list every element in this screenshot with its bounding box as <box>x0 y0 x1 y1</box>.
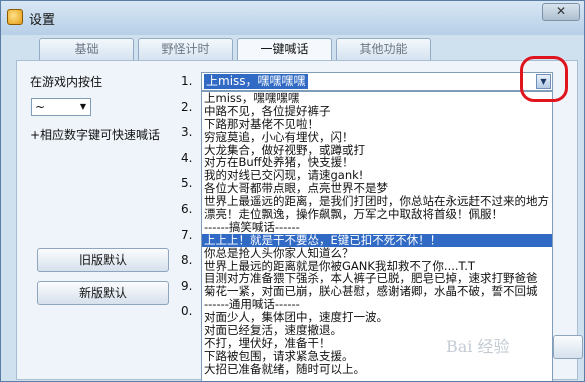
slot-number: 4. <box>181 150 193 165</box>
tab-jungle-timer[interactable]: 野怪计时 <box>138 38 233 60</box>
dropdown-option[interactable]: 目测对方准备猥下强杀，本人裤子已脱，肥皂已掉，速求打野爸爸 <box>202 272 552 285</box>
new-default-button[interactable]: 新版默认 <box>37 281 169 305</box>
dropdown-option[interactable]: 世界上最远的距离就是你被GANK我却救不了你....T.T <box>202 260 552 273</box>
dropdown-option[interactable]: 世界上最遥远的距离，是我们打团时，你总站在永远赶不过来的地方 <box>202 195 552 208</box>
dropdown-option[interactable]: 上miss，嘿嘿嘿嘿 <box>202 92 552 105</box>
hotkey-value: ~ <box>35 100 46 114</box>
slot-number: 7. <box>181 227 193 242</box>
dropdown-option[interactable]: 上上上！就是干不要怂，E键已扣不死不休！！ <box>202 233 552 247</box>
slot-number: 2. <box>181 99 193 114</box>
dropdown-option[interactable]: 各位大哥都带点眼，点亮世界不是梦 <box>202 182 552 195</box>
old-default-button[interactable]: 旧版默认 <box>37 248 169 272</box>
settings-window: 设置 ✕ 基础 野怪计时 一键喊话 其他功能 在游戏内按住 ~ ▼ +相应数字键… <box>0 0 585 382</box>
tab-quick-chat[interactable]: 一键喊话 <box>237 38 332 62</box>
dropdown-option[interactable]: 下路那对基佬不见啦！ <box>202 118 552 131</box>
slot-number: 1. <box>181 74 193 88</box>
close-button[interactable]: ✕ <box>542 3 580 21</box>
dropdown-option[interactable]: 我的对线已交闪现，请速gank! <box>202 169 552 182</box>
dropdown-option[interactable]: 中路不见，各位提好裤子 <box>202 105 552 118</box>
highlight-annotation-circle <box>520 56 568 102</box>
dropdown-option[interactable]: 菊花一紧，对面已崩，朕心甚慰，感谢诸卿，水晶不破，誓不回城 <box>202 285 552 298</box>
hotkey-label: 在游戏内按住 <box>30 75 103 89</box>
slot-numbers: 1. 2. 3. 4. 5. 6. 7. 8. 9. 0. <box>181 73 192 329</box>
slot-number: 8. <box>181 253 193 268</box>
slot-number: 9. <box>181 278 193 293</box>
hotkey-hint: +相应数字键可快速喊话 <box>30 128 161 142</box>
dropdown-option[interactable]: ------通用喊话------ <box>202 298 552 311</box>
dropdown-option[interactable]: 大龙集合，做好视野，或蹲或打 <box>202 144 552 157</box>
slot-number: 6. <box>181 201 193 216</box>
message-combo-1[interactable]: 上miss，嘿嘿嘿嘿 ▼ <box>201 72 553 91</box>
tab-other-functions[interactable]: 其他功能 <box>336 38 431 60</box>
combo-selected-text: 上miss，嘿嘿嘿嘿 <box>204 74 308 89</box>
dropdown-option[interactable]: 对方在Buff处养猪，快支援！ <box>202 156 552 169</box>
hotkey-select[interactable]: ~ ▼ <box>31 98 91 116</box>
slot-number: 3. <box>181 125 193 140</box>
dropdown-option[interactable]: 你总是抢人头你家人知道么？ <box>202 247 552 260</box>
dropdown-option[interactable]: 漂亮！走位飘逸，操作飙飘，万军之中取敌将首级！佩服！ <box>202 208 552 221</box>
dropdown-option[interactable]: 对面少人，集体团中，速度打一波。 <box>202 311 552 324</box>
tab-basic[interactable]: 基础 <box>39 38 134 60</box>
chevron-down-icon: ▼ <box>79 102 87 111</box>
slot-number: 5. <box>181 176 193 191</box>
app-icon <box>7 9 23 25</box>
dropdown-option[interactable]: 穷寇莫追，小心有埋伏，闪！ <box>202 131 552 144</box>
dropdown-option[interactable]: ------搞笑喊话------ <box>202 221 552 234</box>
window-title: 设置 <box>29 13 56 28</box>
slot-number: 0. <box>181 304 193 319</box>
watermark: Bai 经验 <box>446 337 510 356</box>
title-bar: 设置 ✕ <box>1 1 584 35</box>
